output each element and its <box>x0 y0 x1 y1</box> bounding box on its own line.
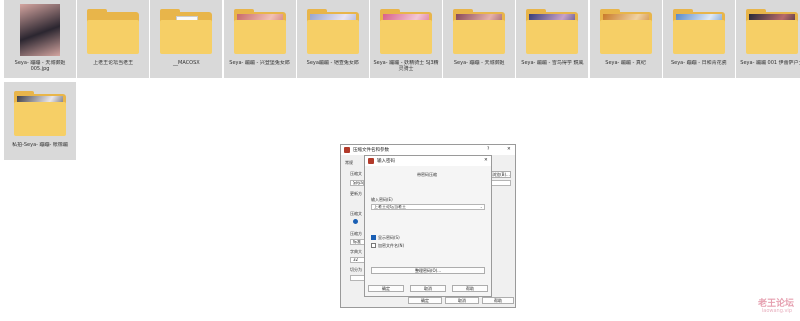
folder-tile[interactable]: Seya蹦蹦 - 铠查兔女郎 <box>296 0 369 78</box>
folder-icon <box>451 4 507 56</box>
password-help-button[interactable]: 帮助 <box>452 285 488 292</box>
archive-dialog-titlebar[interactable]: 压缩文件名和参数 ? ✕ <box>341 145 515 155</box>
folder-tile[interactable]: Seya- 蹦蹦 - 兴登堡兔女郎 <box>223 0 296 78</box>
archive-help-button[interactable]: 帮助 <box>482 297 514 304</box>
encrypt-names-label[interactable]: 加密文件名(N) <box>378 243 404 249</box>
encrypt-names-checkbox[interactable] <box>371 243 376 248</box>
folder-icon <box>744 4 800 56</box>
archive-format-label: 压缩文 <box>350 211 362 216</box>
password-cancel-button[interactable]: 取消 <box>410 285 446 292</box>
folder-icon <box>12 86 68 138</box>
tab-general[interactable]: 常规 <box>345 160 353 166</box>
file-name-label: Seya- 蹦蹦 - 日和青花瓷 <box>670 60 727 66</box>
format-radio[interactable] <box>353 219 358 224</box>
password-dialog: 输入密码 ✕ 带密码压缩 输入密码(E) 上老王论坛当老王 ⌄ 显示密码(S) … <box>364 155 492 297</box>
folder-tile[interactable]: Seya- 蹦蹦 - 日和青花瓷 <box>662 0 735 78</box>
archive-name-label: 压缩文 <box>350 171 362 176</box>
file-name-label: Seya- 蹦蹦 - 雪鸟得学 鏡風 <box>521 60 584 66</box>
file-name-label: Seya- 蹦蹦 - 妖精骑士 SJ3精灵骑士 <box>373 60 439 72</box>
method-label: 压缩方 <box>350 231 362 236</box>
image-file-tile[interactable]: Seya- 蹦蹦 - 天城御姬 005.jpg <box>4 0 76 78</box>
file-name-label: __MACOSX <box>173 60 200 66</box>
password-ok-button[interactable]: 确定 <box>368 285 404 292</box>
chevron-down-icon[interactable]: ⌄ <box>480 205 483 209</box>
file-name-label: 私拍-Seya- 蹦蹦- 帐橡蹦 <box>12 142 68 148</box>
folder-tile[interactable]: Seya- 蹦蹦 - 雪鸟得学 鏡風 <box>516 0 589 78</box>
archive-cancel-button[interactable]: 取消 <box>445 297 479 304</box>
folder-tile[interactable]: __MACOSX <box>150 0 223 78</box>
image-thumbnail <box>20 4 60 56</box>
file-name-label: 上老王论坛当老王 <box>93 60 134 66</box>
dictionary-label: 字典大 <box>350 249 362 254</box>
folder-icon <box>158 4 214 56</box>
file-name-label: Seya蹦蹦 - 铠查兔女郎 <box>306 60 359 66</box>
browse-button[interactable]: 浏览(B)... <box>491 171 511 178</box>
winrar-icon <box>368 158 374 164</box>
folder-tile[interactable]: Seya- 蹦蹦 - 天城御姬 <box>443 0 516 78</box>
close-icon[interactable]: ✕ <box>484 158 488 163</box>
help-icon[interactable]: ? <box>487 147 489 152</box>
folder-tile[interactable]: 上老王论坛当老王 <box>77 0 150 78</box>
file-name-label: Seya- 蹦蹦 - 天城御姬 005.jpg <box>14 60 66 72</box>
show-password-label[interactable]: 显示密码(S) <box>378 235 400 241</box>
archive-ok-button[interactable]: 确定 <box>408 297 442 304</box>
folder-tile[interactable]: Seya- 蹦蹦 - 真纪 <box>589 0 662 78</box>
show-password-checkbox[interactable] <box>371 235 376 240</box>
archive-name-field[interactable]: Seya-蹦 <box>350 180 364 186</box>
update-dropdown[interactable] <box>491 180 511 186</box>
folder-tile[interactable]: Seya- 蹦蹦 - 妖精骑士 SJ3精灵骑士 <box>370 0 442 78</box>
folder-tile[interactable]: Seya- 蹦蹦 001 伊蕾萨户士 <box>736 0 800 78</box>
password-dialog-titlebar[interactable]: 输入密码 ✕ <box>365 156 491 166</box>
folder-icon <box>524 4 580 56</box>
close-icon[interactable]: ✕ <box>507 147 511 152</box>
file-name-label: Seya- 蹦蹦 - 兴登堡兔女郎 <box>229 60 290 66</box>
archive-dialog-title: 压缩文件名和参数 <box>353 148 389 153</box>
watermark-url: laowang.vip <box>761 308 792 314</box>
folder-icon <box>671 4 727 56</box>
file-name-label: Seya- 蹦蹦 001 伊蕾萨户士 <box>740 60 800 66</box>
folder-icon <box>305 4 361 56</box>
password-label: 输入密码(E) <box>371 197 393 202</box>
file-name-label: Seya- 蹦蹦 - 真纪 <box>605 60 646 66</box>
folder-icon <box>598 4 654 56</box>
folder-icon <box>378 4 434 56</box>
password-dialog-title: 输入密码 <box>377 159 395 164</box>
password-heading: 带密码压缩 <box>417 172 437 177</box>
file-name-label: Seya- 蹦蹦 - 天城御姬 <box>453 60 505 66</box>
split-label: 切分为 <box>350 267 362 272</box>
update-mode-label: 更新方 <box>350 191 362 196</box>
password-field[interactable]: 上老王论坛当老王 <box>371 204 485 210</box>
winrar-icon <box>344 147 350 153</box>
folder-icon <box>85 4 141 56</box>
folder-tile[interactable]: 私拍-Seya- 蹦蹦- 帐橡蹦 <box>4 82 76 160</box>
organize-passwords-button[interactable]: 整理密码(O)... <box>371 267 485 274</box>
folder-icon <box>232 4 288 56</box>
